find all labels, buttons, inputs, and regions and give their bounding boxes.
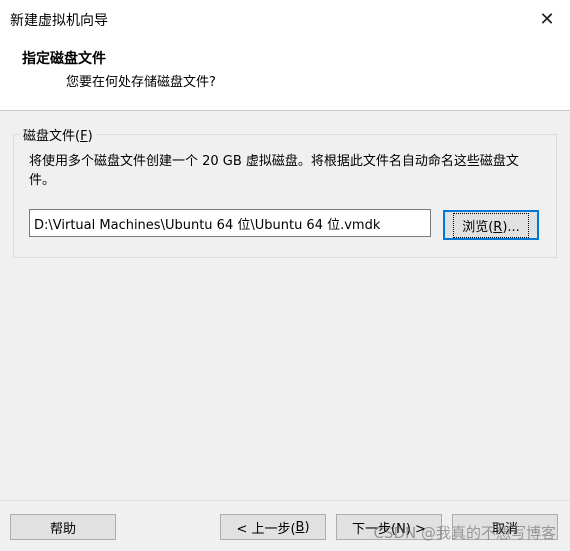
browse-label-prefix: 浏览( bbox=[462, 219, 494, 235]
window-title: 新建虚拟机向导 bbox=[10, 13, 108, 29]
disk-file-path-input[interactable]: D:\Virtual Machines\Ubuntu 64 位\Ubuntu 6… bbox=[29, 209, 431, 237]
disk-file-description: 将使用多个磁盘文件创建一个 20 GB 虚拟磁盘。将根据此文件名自动命名这些磁盘… bbox=[29, 154, 519, 188]
footer-divider bbox=[0, 500, 570, 501]
wizard-header: 指定磁盘文件 您要在何处存储磁盘文件? bbox=[0, 38, 570, 111]
close-icon[interactable]: ✕ bbox=[524, 0, 570, 38]
next-button[interactable]: 下一步(N) > bbox=[336, 514, 442, 540]
browse-label-suffix: )... bbox=[502, 219, 520, 235]
cancel-button[interactable]: 取消 bbox=[452, 514, 558, 540]
page-subtitle: 您要在何处存储磁盘文件? bbox=[66, 75, 216, 90]
back-label-prefix: < 上一步( bbox=[236, 521, 296, 537]
browse-button[interactable]: 浏览(R)... bbox=[443, 210, 539, 240]
back-label-suffix: ) bbox=[304, 519, 310, 535]
help-button[interactable]: 帮助 bbox=[10, 514, 116, 540]
back-button[interactable]: < 上一步(B) bbox=[220, 514, 326, 540]
browse-label-accesskey: R bbox=[493, 219, 503, 235]
back-label-accesskey: B bbox=[295, 519, 305, 535]
page-title: 指定磁盘文件 bbox=[22, 51, 106, 67]
browse-button-label: 浏览(R)... bbox=[453, 212, 529, 238]
group-label-prefix: 磁盘文件( bbox=[23, 129, 81, 144]
group-label-suffix: ) bbox=[87, 129, 93, 144]
group-label-accesskey: F bbox=[80, 129, 88, 144]
disk-file-group-label: 磁盘文件(F) bbox=[20, 125, 96, 144]
title-bar: 新建虚拟机向导 ✕ bbox=[0, 0, 570, 38]
